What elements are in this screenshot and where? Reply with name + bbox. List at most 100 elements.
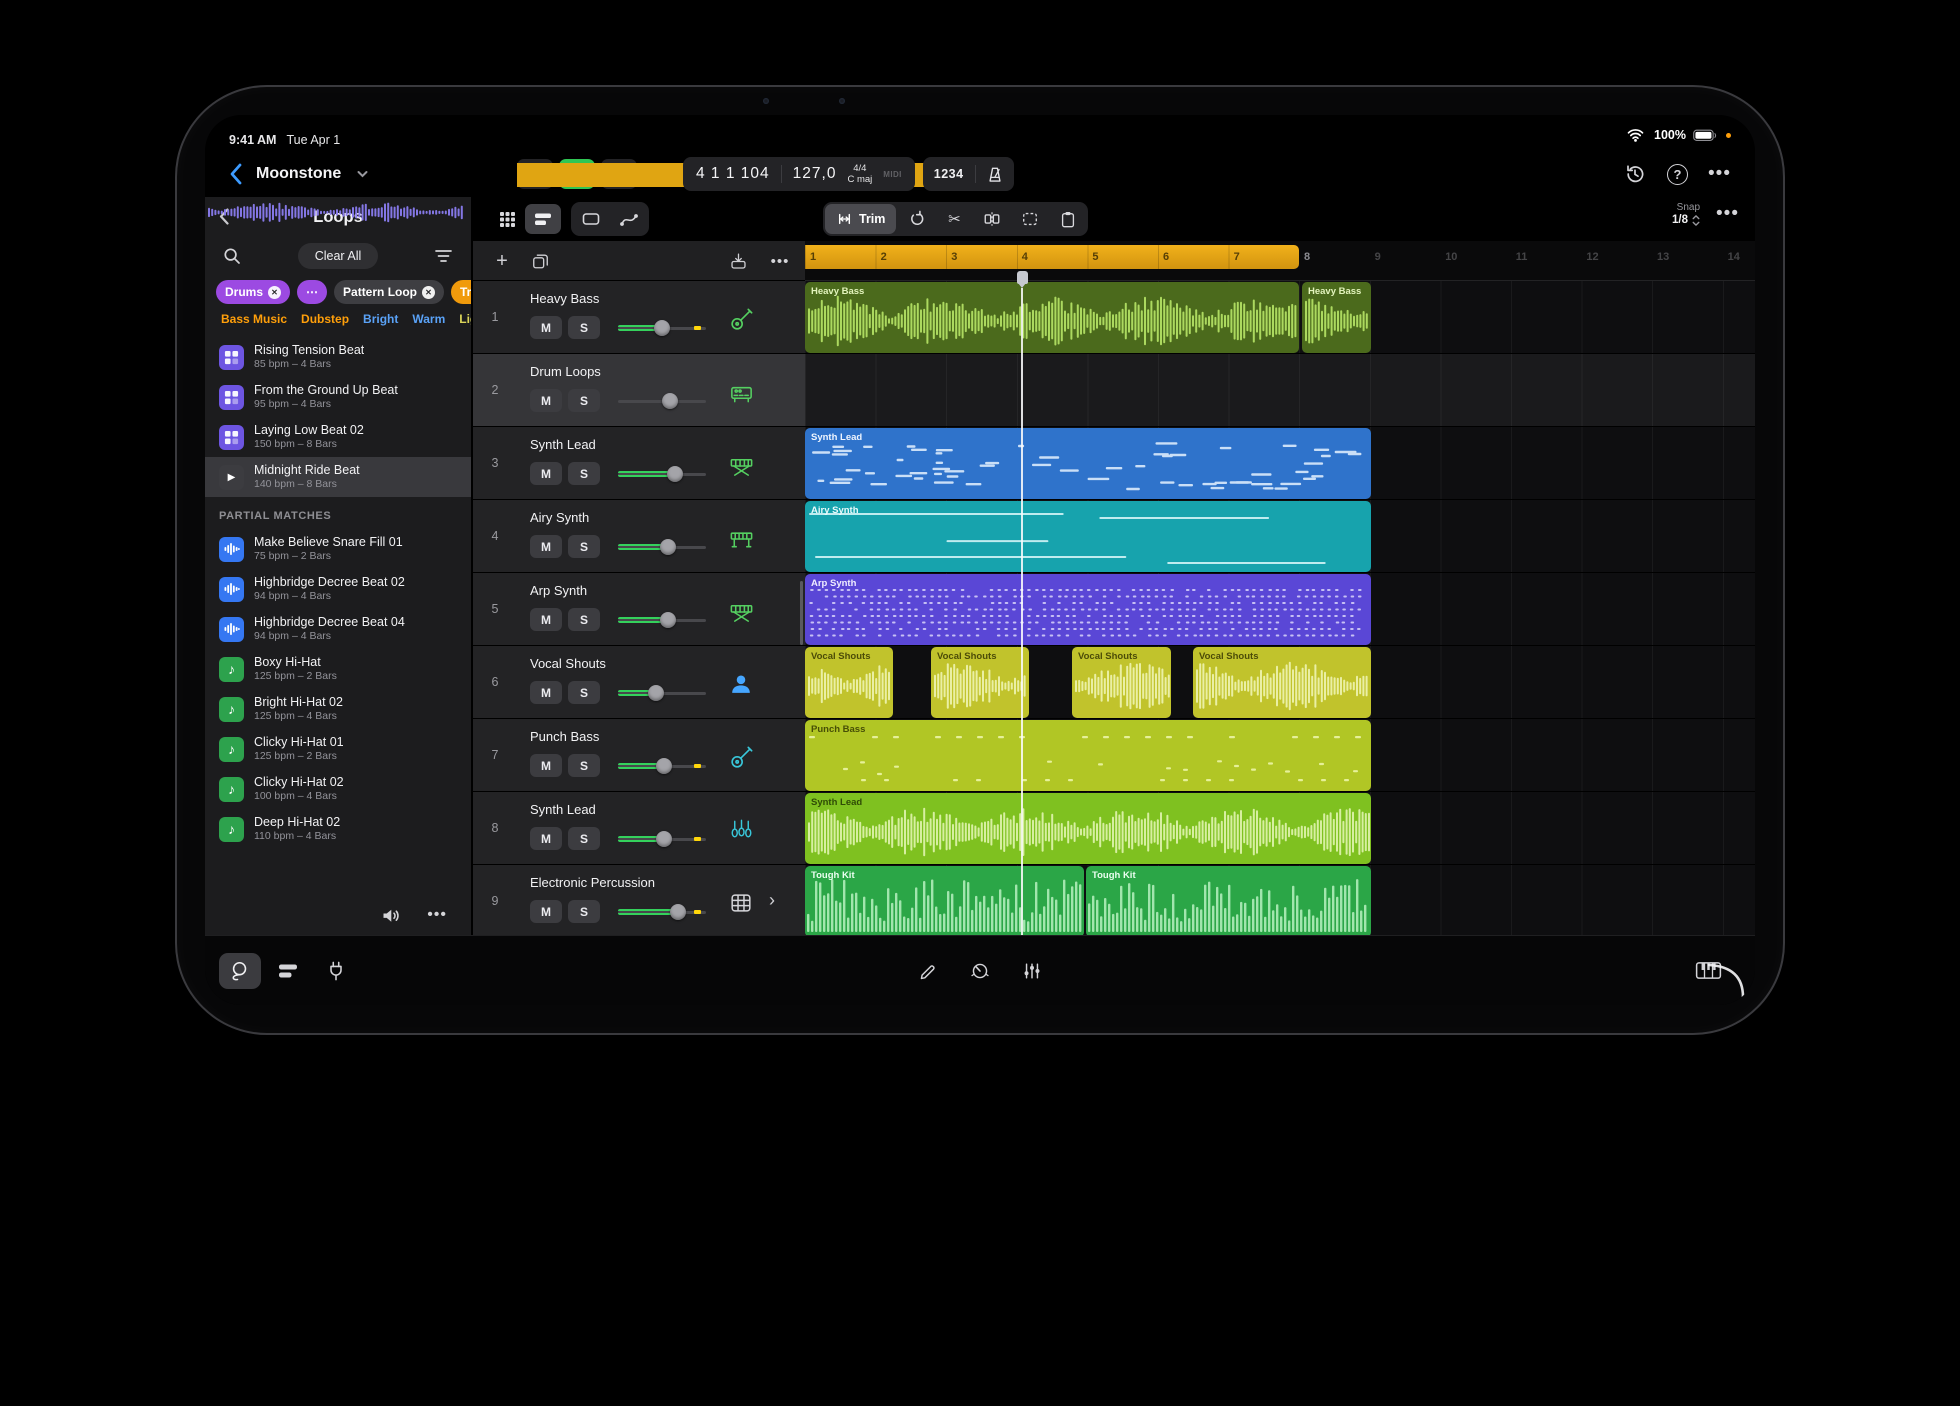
solo-button[interactable]: S <box>568 681 600 704</box>
track-lane[interactable]: Synth Lead <box>805 427 1755 500</box>
track-lane[interactable]: Punch Bass <box>805 719 1755 792</box>
track-list-more-button[interactable]: ••• <box>769 250 791 272</box>
track-lane[interactable]: Tough KitTough Kit <box>805 865 1755 935</box>
history-button[interactable] <box>1623 162 1647 186</box>
keyword-chip[interactable]: Bright <box>363 312 398 337</box>
track-lane[interactable] <box>805 354 1755 427</box>
project-menu-chevron-icon[interactable] <box>350 162 374 186</box>
track-lane[interactable]: Arp Synth <box>805 573 1755 646</box>
track-header[interactable]: 3Synth LeadMS <box>473 427 805 500</box>
remove-tag-icon[interactable]: ✕ <box>422 286 435 299</box>
lcd-display[interactable]: 4 1 1 104 127,0 4/4 C maj MIDI <box>683 157 915 191</box>
expand-track-icon[interactable]: › <box>769 890 775 911</box>
slider-knob[interactable] <box>648 685 664 701</box>
volume-slider[interactable] <box>618 318 706 338</box>
track-area-more-button[interactable]: ••• <box>1716 203 1739 225</box>
solo-button[interactable]: S <box>568 535 600 558</box>
more-options-button[interactable]: ••• <box>1708 163 1731 185</box>
loop-tool-button[interactable] <box>898 204 934 234</box>
trim-tool-button[interactable]: Trim <box>825 204 896 234</box>
cycle-region[interactable]: 1234567 <box>805 245 1299 269</box>
volume-slider[interactable] <box>618 683 706 703</box>
automation-button[interactable] <box>611 204 647 234</box>
region[interactable]: Vocal Shouts <box>805 647 893 718</box>
region[interactable]: Arp Synth <box>805 574 1371 645</box>
slider-knob[interactable] <box>660 539 676 555</box>
filter-tag[interactable]: Drums✕ <box>216 280 290 304</box>
duplicate-track-button[interactable] <box>529 250 551 272</box>
track-header[interactable]: 8Synth LeadMS <box>473 792 805 865</box>
slider-knob[interactable] <box>660 612 676 628</box>
remove-tag-icon[interactable]: ✕ <box>268 286 281 299</box>
clear-all-button[interactable]: Clear All <box>298 243 379 269</box>
scrollbar[interactable] <box>800 581 803 645</box>
loop-options-button[interactable]: ••• <box>427 906 447 924</box>
loop-item[interactable]: Highbridge Decree Beat 0494 bpm – 4 Bars <box>205 609 471 649</box>
region[interactable]: Vocal Shouts <box>1193 647 1371 718</box>
slider-knob[interactable] <box>656 758 672 774</box>
slider-knob[interactable] <box>667 466 683 482</box>
loop-item[interactable]: From the Ground Up Beat95 bpm – 4 Bars <box>205 377 471 417</box>
paste-tool-button[interactable] <box>1050 204 1086 234</box>
track-header[interactable]: 4Airy SynthMS <box>473 500 805 573</box>
smart-controls-button[interactable] <box>959 953 1001 989</box>
track-lane[interactable]: Vocal Shouts Vocal Shouts Vocal Shouts Voca… <box>805 646 1755 719</box>
mute-button[interactable]: M <box>530 608 562 631</box>
track-header[interactable]: 9Electronic PercussionMS› <box>473 865 805 935</box>
solo-button[interactable]: S <box>568 316 600 339</box>
track-header[interactable]: 5Arp SynthMS <box>473 573 805 646</box>
mute-button[interactable]: M <box>530 754 562 777</box>
slider-knob[interactable] <box>662 393 678 409</box>
loop-item[interactable]: ♪Clicky Hi-Hat 01125 bpm – 2 Bars <box>205 729 471 769</box>
mute-button[interactable]: M <box>530 681 562 704</box>
mixer-button[interactable] <box>267 953 309 989</box>
volume-slider[interactable] <box>618 391 706 411</box>
solo-button[interactable]: S <box>568 900 600 923</box>
track-lane[interactable]: Airy Synth <box>805 500 1755 573</box>
region[interactable]: Heavy Bass <box>1302 282 1371 353</box>
speaker-icon[interactable] <box>379 903 403 927</box>
track-header[interactable]: 2Drum LoopsMS <box>473 354 805 427</box>
volume-slider[interactable] <box>618 537 706 557</box>
region[interactable]: Vocal Shouts <box>1072 647 1171 718</box>
loop-browser-button[interactable] <box>219 953 261 989</box>
slider-knob[interactable] <box>656 831 672 847</box>
slider-knob[interactable] <box>654 320 670 336</box>
keyword-chip[interactable]: Bass Music <box>221 312 287 337</box>
region[interactable]: Airy Synth <box>805 501 1371 572</box>
add-track-button[interactable]: + <box>491 250 513 272</box>
solo-button[interactable]: S <box>568 827 600 850</box>
solo-button[interactable]: S <box>568 462 600 485</box>
help-button[interactable]: ? <box>1667 164 1688 185</box>
ruler[interactable]: 1234567891011121314 <box>805 241 1755 281</box>
divide-tool-button[interactable] <box>974 204 1010 234</box>
mute-button[interactable]: M <box>530 389 562 412</box>
filter-tag[interactable]: Pattern Loop✕ <box>334 280 444 304</box>
solo-button[interactable]: S <box>568 608 600 631</box>
region-inspector-button[interactable] <box>573 204 609 234</box>
volume-slider[interactable] <box>618 902 706 922</box>
snap-control[interactable]: Snap 1/8 <box>1672 202 1700 227</box>
filter-icon[interactable] <box>432 244 456 268</box>
track-header[interactable]: 7Punch BassMS <box>473 719 805 792</box>
track-lane[interactable]: Synth Lead <box>805 792 1755 865</box>
search-icon[interactable] <box>220 244 244 268</box>
marquee-tool-button[interactable] <box>1012 204 1048 234</box>
faders-button[interactable] <box>1011 953 1053 989</box>
loop-item[interactable]: ▶Midnight Ride Beat140 bpm – 8 Bars <box>205 457 471 497</box>
volume-slider[interactable] <box>618 464 706 484</box>
project-title[interactable]: Moonstone <box>256 165 341 183</box>
track-header[interactable]: 6Vocal ShoutsMS <box>473 646 805 719</box>
region[interactable]: Tough Kit <box>805 866 1084 935</box>
solo-button[interactable]: S <box>568 754 600 777</box>
loop-item[interactable]: ♪Boxy Hi-Hat125 bpm – 2 Bars <box>205 649 471 689</box>
region[interactable]: Vocal Shouts <box>931 647 1029 718</box>
region[interactable]: Synth Lead <box>805 793 1371 864</box>
loop-item[interactable]: Rising Tension Beat85 bpm – 4 Bars <box>205 337 471 377</box>
metronome-button[interactable] <box>976 165 1014 184</box>
track-header[interactable]: 1Heavy BassMS <box>473 281 805 354</box>
loop-item[interactable]: ♪Clicky Hi-Hat 02100 bpm – 4 Bars <box>205 769 471 809</box>
volume-slider[interactable] <box>618 829 706 849</box>
plugins-button[interactable] <box>315 953 357 989</box>
mute-button[interactable]: M <box>530 462 562 485</box>
